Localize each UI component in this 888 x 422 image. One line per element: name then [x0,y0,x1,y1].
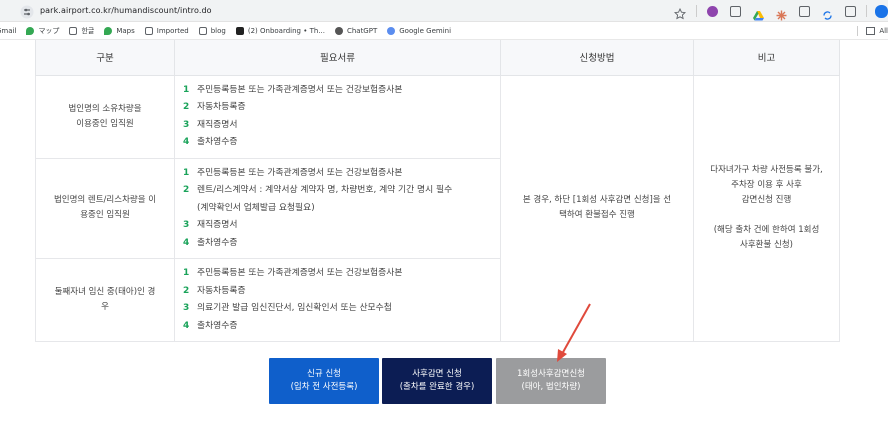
method-cell: 본 경우, 하단 [1회성 사후감면 신청]을 선 택하여 환불접수 진행 [500,74,694,342]
list-item: 2 자동차등록증 [183,102,246,112]
list-item: (계약확인서 업체발급 요청필요) [197,202,315,213]
bookmark-gmail[interactable]: Gmail [0,27,16,35]
map-pin-icon [104,26,113,35]
claude-icon[interactable] [776,6,787,20]
list-item: 1 주민등록등본 또는 가족관계증명서 또는 건강보험증사본 [183,268,403,278]
note-cell: 다자녀가구 차량 사전등록 불가, 주차장 이용 후 사후 감면신청 진행 (해… [693,74,840,342]
table-row: 법인명의 소유차량을 이용중인 임직원 1 주민등록등본 또는 가족관계증명서 또… [35,74,840,342]
list-item: 1 주민등록등본 또는 가족관계증명서 또는 건강보험증사본 [183,84,403,95]
category-cell: 둘째자녀 임신 중(태아)인 경 우 [35,258,175,342]
bookmark-chatgpt[interactable]: ChatGPT [334,26,377,35]
star-icon[interactable] [673,5,687,20]
folder-icon [144,26,153,35]
document-list: 1 주민등록등본 또는 가족관계증명서 또는 건강보험증사본 2 렌트/리스계약서 … [183,165,490,253]
list-item: 2 렌트/리스계약서 : 계약서상 계약자 명, 차량번호, 계약 기간 명시 필… [183,185,453,195]
list-item: 2 자동차등록증 [183,285,246,296]
profile-avatar-icon[interactable] [875,4,888,18]
extension-refresh-icon[interactable] [822,6,833,20]
divider [857,26,859,36]
documents-cell: 1 주민등록등본 또는 가족관계증명서 또는 건강보험증사본 2 렌트/리스계약서 … [174,157,501,259]
map-pin-icon [26,26,35,35]
header-category: 구분 [35,40,175,76]
bookmark-map-jp[interactable]: マップ [26,26,59,36]
one-time-post-discount-button[interactable]: 1회성사후감면신청 (태아, 법인차량) [496,358,606,404]
red-arrow-annotation [557,303,591,362]
list-item: 4 출차영수증 [183,137,238,147]
table-header-row: 구분 필요서류 신청방법 비고 [35,40,840,76]
bookmark-blog[interactable]: blog [198,26,226,35]
extensions-puzzle-icon[interactable] [845,5,856,17]
category-cell: 법인명의 렌트/리스차량을 이 용중인 임직원 [35,157,175,259]
bookmark-gemini[interactable]: Google Gemini [387,26,451,35]
bookmark-hangul[interactable]: 한글 [69,26,94,36]
site-settings-icon[interactable] [20,4,34,18]
extension-purple-icon[interactable] [707,5,718,17]
list-item: 4 출차영수증 [183,320,238,331]
notion-icon [235,26,244,35]
url-text[interactable]: park.airport.co.kr/humandiscount/intro.d… [40,6,212,15]
list-item: 3 의료기관 발급 임신진단서, 임신확인서 또는 산모수첩 [183,303,392,313]
category-cell: 법인명의 소유차량을 이용중인 임직원 [35,74,175,159]
extension-square-icon[interactable] [730,5,741,17]
folder-icon [69,26,78,35]
address-bar: park.airport.co.kr/humandiscount/intro.d… [0,0,888,22]
new-application-button[interactable]: 신규 신청 (입차 전 사전등록) [269,358,379,404]
folder-icon [198,26,207,35]
list-item: 4 출차영수증 [183,237,238,248]
all-bookmarks[interactable]: All [857,22,888,40]
header-documents: 필요서류 [174,40,501,76]
post-discount-application-button[interactable]: 사후감면 신청 (출차를 완료한 경우) [382,358,492,404]
header-method: 신청방법 [500,40,694,76]
bookmark-maps[interactable]: Maps [104,26,135,35]
header-note: 비고 [693,40,840,76]
bookmarks-bar: Gmail マップ 한글 Maps Imported blog (2) Onbo… [0,22,888,40]
gemini-icon [387,26,396,35]
documents-cell: 1 주민등록등본 또는 가족관계증명서 또는 건강보험증사본 2 자동차등록증 3재… [174,74,501,159]
list-item: 1 주민등록등본 또는 가족관계증명서 또는 건강보험증사본 [183,167,403,178]
bookmark-imported[interactable]: Imported [144,26,189,35]
document-list: 1 주민등록등본 또는 가족관계증명서 또는 건강보험증사본 2 자동차등록증 3재… [183,82,490,152]
requirements-table: 구분 필요서류 신청방법 비고 법인명의 소유차량을 이용중인 임직원 1 주민등… [35,40,840,342]
extension-s-icon[interactable] [799,5,810,17]
page-content: 구분 필요서류 신청방법 비고 법인명의 소유차량을 이용중인 임직원 1 주민등… [0,40,888,422]
list-item: 3 재직증명서 [183,119,238,130]
document-list: 1 주민등록등본 또는 가족관계증명서 또는 건강보험증사본 2 자동차등록증 3의… [183,265,490,335]
documents-cell: 1 주민등록등본 또는 가족관계증명서 또는 건강보험증사본 2 자동차등록증 3의… [174,258,501,342]
list-item: 3 재직증명서 [183,220,238,230]
folder-icon [866,27,876,35]
drive-icon[interactable] [753,6,764,20]
bookmark-onboarding[interactable]: (2) Onboarding • Th... [235,26,325,35]
chatgpt-icon [334,26,343,35]
